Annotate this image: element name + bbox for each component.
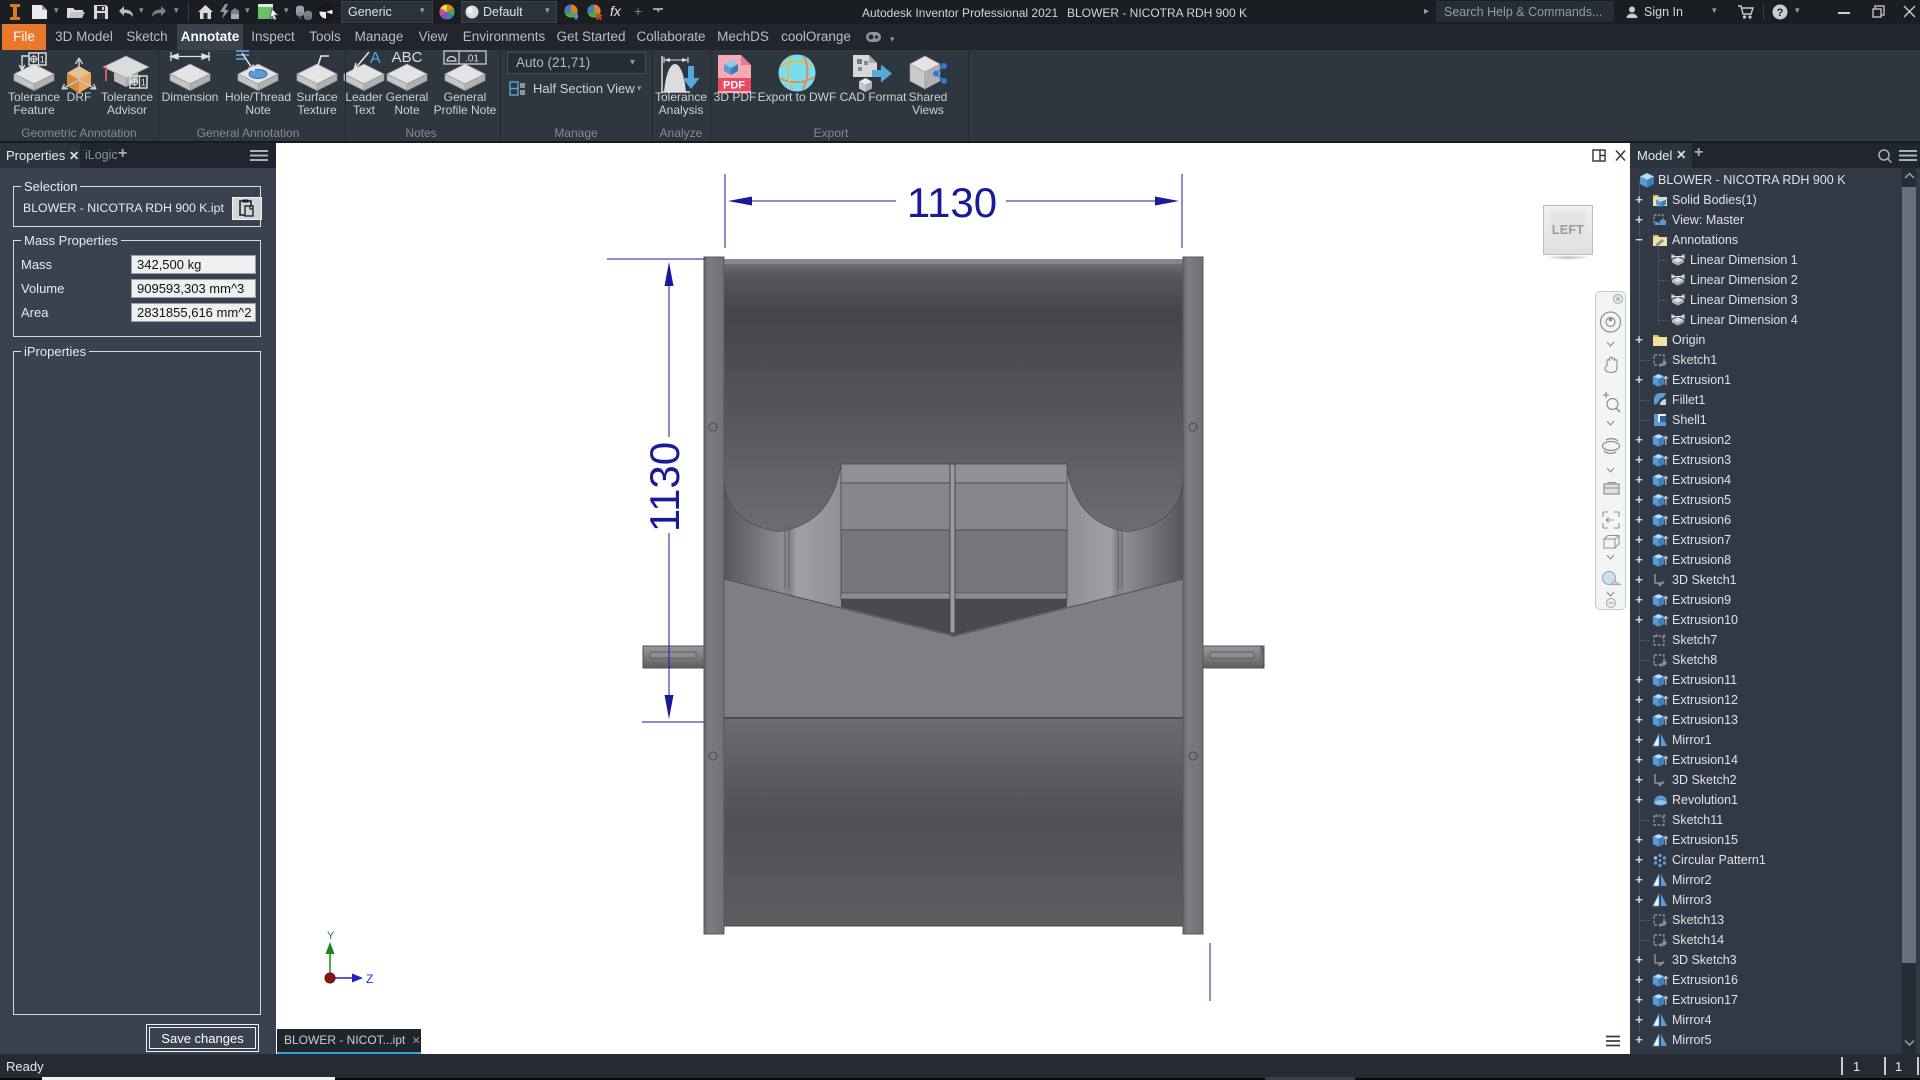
svg-text:1: 1 [40,55,45,65]
svg-text:?: ? [1777,7,1784,19]
svg-text:A: A [370,50,381,67]
svg-text:1130: 1130 [907,179,997,226]
svg-text:Y: Y [327,930,335,942]
svg-text:Z: Z [366,972,373,986]
svg-text:1: 1 [141,78,146,88]
svg-text:.01: .01 [465,54,479,65]
svg-text:1130: 1130 [641,442,688,532]
svg-text:ABC: ABC [392,50,423,66]
